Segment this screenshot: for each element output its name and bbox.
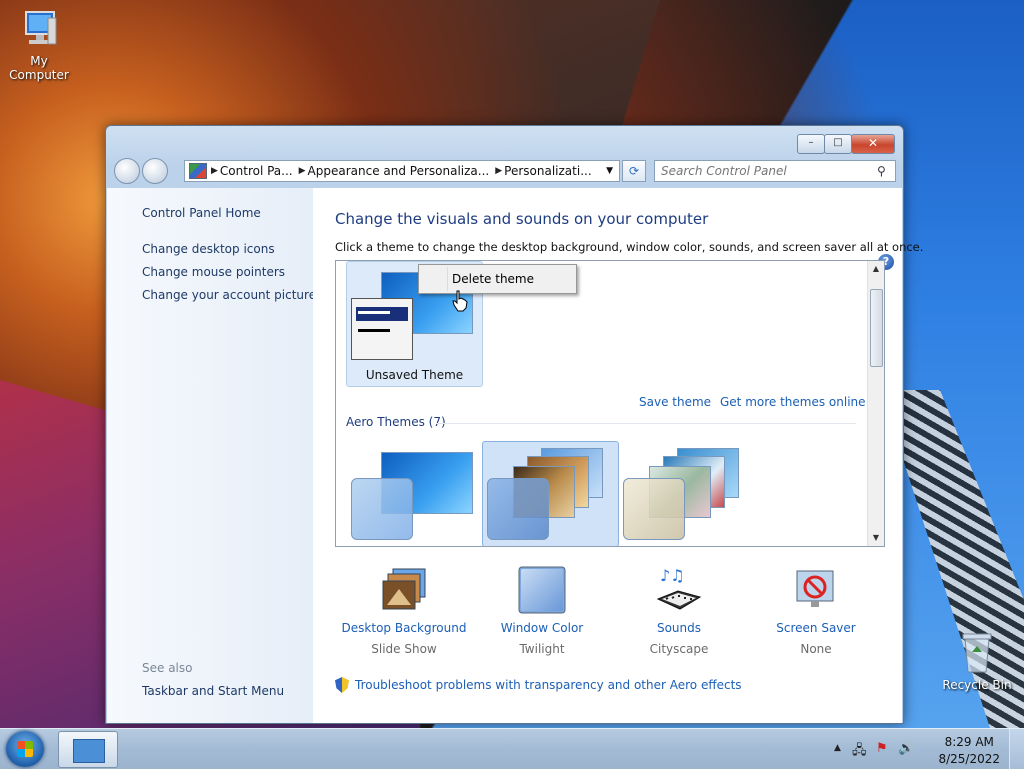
chevron-down-icon[interactable]: ▼ [606,166,613,176]
see-also-label: See also [142,661,193,675]
desktop-icon-label: Recycle Bin [942,678,1012,692]
theme-list[interactable]: Unsaved Theme Save theme Get more themes… [335,260,885,547]
control-panel-icon [189,163,207,179]
setting-value: Twilight [519,642,565,656]
setting-title[interactable]: Screen Saver [747,621,885,635]
sidebar-taskbar-start-menu[interactable]: Taskbar and Start Menu [142,684,284,698]
chevron-right-icon: ▶ [495,166,503,176]
delete-theme-menu-item[interactable]: Delete theme [452,272,534,286]
taskbar: ▲ 🖧 ⚑ 🔊 8:29 AM 8/25/2022 [0,728,1024,769]
sounds-setting[interactable]: ♪♫ Sounds Cityscape [610,565,748,656]
aero-themes-heading: Aero Themes (7) [346,415,446,429]
search-input[interactable] [655,163,873,179]
shield-icon [335,677,349,693]
breadcrumb-appearance[interactable]: Appearance and Personaliza... [308,164,490,178]
setting-title[interactable]: Window Color [473,621,611,635]
navigation-bar: ▶ Control Pa... ▶ Appearance and Persona… [114,158,896,184]
page-subtitle: Click a theme to change the desktop back… [335,240,924,254]
refresh-button[interactable]: ⟳ [622,160,646,182]
window-color-swatch [623,478,685,540]
theme-nature[interactable] [618,441,755,546]
window-color-swatch [351,478,413,540]
action-center-icon[interactable]: ⚑ [876,741,888,756]
back-button[interactable] [114,158,140,184]
setting-value: Cityscape [649,642,709,656]
svg-text:♪♫: ♪♫ [660,566,685,585]
control-panel-icon [73,739,105,763]
scroll-up-arrow[interactable]: ▲ [868,261,884,277]
window-color-icon [517,565,567,615]
desktop-icon-recycle-bin[interactable]: Recycle Bin [942,630,1012,692]
close-button[interactable]: ✕ [851,134,895,154]
page-title: Change the visuals and sounds on your co… [335,210,709,228]
address-bar[interactable]: ▶ Control Pa... ▶ Appearance and Persona… [184,160,620,182]
desktop-icon-my-computer[interactable]: My Computer [0,8,78,82]
forward-button[interactable] [142,158,168,184]
search-box[interactable]: ⚲ [654,160,896,182]
setting-value: Slide Show [371,642,437,656]
breadcrumb-control-panel[interactable]: Control Pa... [220,164,293,178]
hand-cursor-icon [452,290,468,315]
desktop-background-icon [379,565,429,615]
taskbar-control-panel-button[interactable] [58,731,118,768]
sidebar-change-desktop-icons[interactable]: Change desktop icons [142,242,275,256]
desktop-icon-label: My Computer [9,54,69,82]
start-button[interactable] [6,731,44,767]
troubleshoot-row[interactable]: Troubleshoot problems with transparency … [335,677,742,693]
window-color-setting[interactable]: Window Color Twilight [473,565,611,656]
window-controls: – □ ✕ [797,134,895,154]
desktop-background-setting[interactable]: Desktop Background Slide Show [335,565,473,656]
setting-value: None [800,642,832,656]
volume-icon[interactable]: 🔊 [898,741,914,756]
personalization-window: – □ ✕ ▶ Control Pa... ▶ Appearance and P… [105,125,923,724]
get-more-themes-link[interactable]: Get more themes online [720,395,866,409]
sidebar-change-mouse-pointers[interactable]: Change mouse pointers [142,265,285,279]
computer-icon [18,8,60,50]
menu-gutter [447,267,448,291]
window-color-swatch [351,298,413,360]
setting-title[interactable]: Sounds [610,621,748,635]
clock-time: 8:29 AM [944,735,994,749]
breadcrumb-personalization[interactable]: Personalizati... [504,164,591,178]
scroll-down-arrow[interactable]: ▼ [868,530,884,546]
clock-date: 8/25/2022 [938,752,1000,766]
theme-list-scrollbar[interactable]: ▲ ▼ [867,261,884,546]
main-content: ? Change the visuals and sounds on your … [313,188,923,723]
show-hidden-icons-icon[interactable]: ▲ [834,743,841,753]
screen-saver-icon [791,565,841,615]
sidebar: Control Panel Home Change desktop icons … [107,188,316,723]
scrollbar-thumb[interactable] [870,289,883,367]
chevron-right-icon: ▶ [211,166,218,176]
save-theme-link[interactable]: Save theme [639,395,711,409]
chevron-right-icon: ▶ [298,166,306,176]
screen-saver-setting[interactable]: Screen Saver None [747,565,885,656]
sidebar-control-panel-home[interactable]: Control Panel Home [142,206,261,220]
system-tray: ▲ 🖧 ⚑ 🔊 8:29 AM 8/25/2022 [834,729,1024,769]
theme-windows-7[interactable] [346,441,483,546]
theme-architecture[interactable] [482,441,619,546]
network-icon[interactable]: 🖧 [852,741,867,763]
setting-title[interactable]: Desktop Background [335,621,473,635]
troubleshoot-link[interactable]: Troubleshoot problems with transparency … [355,678,742,692]
context-menu: Delete theme [418,264,577,294]
clock[interactable]: 8:29 AM 8/25/2022 [938,734,1000,768]
minimize-button[interactable]: – [797,134,825,154]
search-icon[interactable]: ⚲ [877,164,886,178]
sidebar-change-account-picture[interactable]: Change your account picture [142,288,316,302]
section-divider [436,423,856,424]
show-desktop-button[interactable] [1009,729,1024,769]
theme-label: Unsaved Theme [365,368,464,382]
sounds-icon: ♪♫ [654,565,704,615]
windows-logo-icon [17,741,33,757]
maximize-button[interactable]: □ [824,134,852,154]
recycle-bin-icon [959,630,995,674]
window-color-swatch [487,478,549,540]
